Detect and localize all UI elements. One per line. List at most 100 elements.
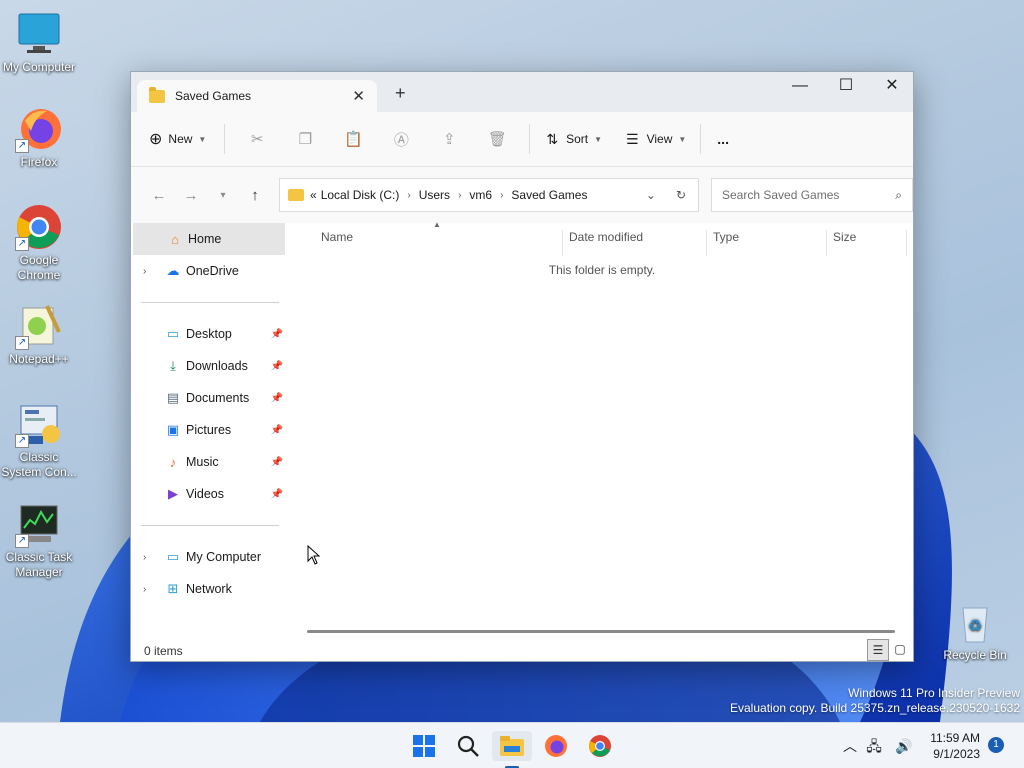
clock-date: 9/1/2023 <box>933 747 980 761</box>
notification-badge[interactable]: 1 <box>988 737 1004 753</box>
nav-label: Videos <box>186 487 224 501</box>
horizontal-scrollbar[interactable] <box>307 630 895 633</box>
large-icons-view-icon[interactable]: ▢ <box>889 639 911 661</box>
expand-chevron-icon[interactable]: › <box>143 552 146 563</box>
nav-item-onedrive[interactable]: › ☁ OneDrive <box>131 255 287 287</box>
nav-label: Desktop <box>186 327 232 341</box>
nav-item-downloads[interactable]: ⤓ Downloads 📌 <box>131 350 287 382</box>
nav-item-music[interactable]: ♪ Music 📌 <box>131 446 287 478</box>
cut-icon[interactable]: ✂ <box>233 130 281 148</box>
shortcut-arrow-icon: ↗ <box>15 534 29 548</box>
document-icon: ▤ <box>166 390 180 405</box>
column-type[interactable]: Type <box>707 230 827 256</box>
maximize-button[interactable]: ☐ <box>823 72 869 104</box>
shortcut-arrow-icon: ↗ <box>15 434 29 448</box>
chevron-down-icon: ▼ <box>594 134 603 144</box>
music-icon: ♪ <box>169 454 177 470</box>
breadcrumb-chevron-icon[interactable]: › <box>458 190 461 201</box>
share-icon[interactable]: ⇪ <box>425 130 473 148</box>
desktop-icon-recycle-bin[interactable]: ♻ Recycle Bin <box>936 598 1014 663</box>
network-icon: ⊞ <box>167 581 179 596</box>
rename-icon[interactable]: Ⓐ <box>377 129 425 150</box>
status-bar: 0 items ☰ ▢ <box>131 639 915 663</box>
search-icon[interactable]: ⌕ <box>895 188 902 203</box>
breadcrumb-local-disk[interactable]: Local Disk (C:) <box>321 188 400 202</box>
firefox-taskbar-icon[interactable] <box>536 731 576 761</box>
command-bar: ⊕ New ▼ ✂ ❐ 📋 Ⓐ ⇪ 🗑 ⇅ Sort ▼ ☰ View ▼ ..… <box>131 112 913 167</box>
forward-arrow-icon[interactable]: → <box>175 187 207 204</box>
details-view-icon[interactable]: ☰ <box>867 639 889 661</box>
empty-folder-message: This folder is empty. <box>548 263 656 277</box>
folder-icon <box>288 189 304 201</box>
network-status-icon[interactable]: 🖧 <box>862 731 886 761</box>
desktop-icon-label: Classic Task Manager <box>5 550 73 579</box>
refresh-icon[interactable]: ↻ <box>676 188 686 202</box>
tab-saved-games[interactable]: Saved Games ✕ <box>137 80 377 112</box>
recent-locations-chevron-icon[interactable]: ▾ <box>207 190 239 201</box>
sort-label: Sort <box>566 132 589 146</box>
search-box[interactable]: ⌕ <box>711 178 913 212</box>
new-tab-button[interactable]: + <box>395 83 406 104</box>
desktop-icon-label: Recycle Bin <box>943 648 1007 662</box>
breadcrumb-saved-games[interactable]: Saved Games <box>511 188 587 202</box>
new-button[interactable]: ⊕ New ▼ <box>149 129 206 149</box>
breadcrumb-vm6[interactable]: vm6 <box>469 188 492 202</box>
nav-item-my-computer[interactable]: › ▭ My Computer <box>131 541 287 573</box>
column-name[interactable]: Name <box>315 230 563 256</box>
nav-item-desktop[interactable]: ▭ Desktop 📌 <box>131 318 287 350</box>
nav-item-documents[interactable]: ▤ Documents 📌 <box>131 382 287 414</box>
expand-chevron-icon[interactable]: › <box>143 584 146 595</box>
back-arrow-icon[interactable]: ← <box>143 187 175 204</box>
breadcrumb-overflow[interactable]: « <box>310 188 317 202</box>
nav-item-videos[interactable]: ▶ Videos 📌 <box>131 478 287 510</box>
breadcrumb-users[interactable]: Users <box>419 188 450 202</box>
nav-item-pictures[interactable]: ▣ Pictures 📌 <box>131 414 287 446</box>
desktop-icon-label: My Computer <box>2 60 76 74</box>
nav-item-network[interactable]: › ⊞ Network <box>131 573 287 605</box>
more-options-button[interactable]: ... <box>717 131 729 147</box>
view-button[interactable]: ☰ View ▼ <box>626 131 686 148</box>
minimize-button[interactable]: — <box>777 72 823 104</box>
desktop-icon-classic-system-control[interactable]: ↗ Classic System Con... <box>0 400 78 480</box>
system-clock[interactable]: 11:59 AM 9/1/2023 <box>930 730 980 762</box>
nav-label: Downloads <box>186 359 248 373</box>
desktop-icon-my-computer[interactable]: My Computer <box>0 10 78 75</box>
search-taskbar-icon[interactable] <box>448 731 488 761</box>
desktop-icon-chrome[interactable]: ↗ Google Chrome <box>0 203 78 283</box>
search-input[interactable] <box>722 188 896 202</box>
column-size[interactable]: Size <box>827 230 907 256</box>
view-label: View <box>646 132 673 146</box>
copy-icon[interactable]: ❐ <box>281 130 329 148</box>
expand-chevron-icon[interactable]: › <box>143 266 146 277</box>
start-button[interactable] <box>404 731 444 761</box>
volume-icon[interactable]: 🔊 <box>892 731 916 761</box>
shortcut-arrow-icon: ↗ <box>15 237 29 251</box>
breadcrumb-chevron-icon[interactable]: › <box>407 190 410 201</box>
paste-icon[interactable]: 📋 <box>329 130 377 148</box>
toolbar-divider <box>224 124 226 154</box>
close-tab-icon[interactable]: ✕ <box>352 87 365 105</box>
address-dropdown-icon[interactable]: ⌄ <box>646 188 656 202</box>
delete-icon[interactable]: 🗑 <box>473 130 521 148</box>
chrome-taskbar-icon[interactable] <box>580 731 620 761</box>
nav-divider <box>141 302 279 303</box>
cloud-icon: ☁ <box>166 263 180 278</box>
nav-label: Documents <box>186 391 250 405</box>
desktop-icon-firefox[interactable]: ↗ Firefox <box>0 105 78 170</box>
nav-label: OneDrive <box>186 264 239 278</box>
clock-time: 11:59 AM <box>930 731 980 745</box>
folder-icon <box>149 86 165 103</box>
nav-item-home[interactable]: ⌂ Home <box>133 223 285 255</box>
sort-button[interactable]: ⇅ Sort ▼ <box>546 131 602 148</box>
desktop-icon-classic-task-manager[interactable]: ↗ Classic Task Manager <box>0 500 78 580</box>
control-panel-icon: ↗ <box>15 400 63 448</box>
address-bar[interactable]: « Local Disk (C:) › Users › vm6 › Saved … <box>279 178 699 212</box>
up-arrow-icon[interactable]: ↑ <box>239 187 271 204</box>
column-date-modified[interactable]: Date modified <box>563 230 707 256</box>
file-explorer-taskbar-icon[interactable] <box>492 731 532 768</box>
pin-icon: 📌 <box>270 392 283 404</box>
nav-label: Network <box>186 582 232 596</box>
breadcrumb-chevron-icon[interactable]: › <box>500 190 503 201</box>
close-window-button[interactable]: ✕ <box>869 72 915 104</box>
desktop-icon-notepadpp[interactable]: ↗ Notepad++ <box>0 302 78 367</box>
